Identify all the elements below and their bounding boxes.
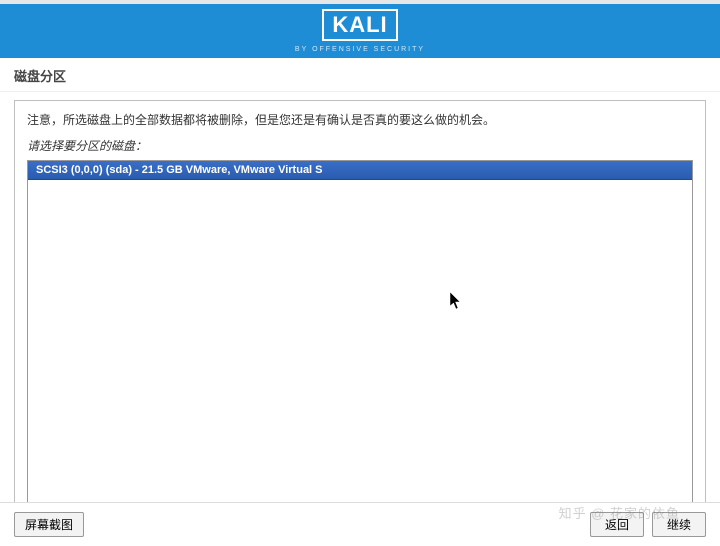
kali-logo: KALI BY OFFENSIVE SECURITY [295,9,425,53]
nav-buttons: 返回 继续 [590,512,706,537]
logo-subtitle: BY OFFENSIVE SECURITY [295,46,425,53]
disk-prompt-label: 请选择要分区的磁盘： [27,137,693,154]
footer-bar: 屏幕截图 返回 继续 [0,502,720,546]
disk-option[interactable]: SCSI3 (0,0,0) (sda) - 21.5 GB VMware, VM… [28,161,692,180]
continue-button[interactable]: 继续 [652,512,706,537]
header-banner: KALI BY OFFENSIVE SECURITY [0,0,720,58]
page-title: 磁盘分区 [0,58,720,92]
main-panel: 注意，所选磁盘上的全部数据都将被删除，但是您还是有确认是否真的要这么做的机会。 … [14,100,706,518]
logo-text: KALI [322,9,397,41]
back-button[interactable]: 返回 [590,512,644,537]
warning-text: 注意，所选磁盘上的全部数据都将被删除，但是您还是有确认是否真的要这么做的机会。 [27,111,693,129]
disk-list[interactable]: SCSI3 (0,0,0) (sda) - 21.5 GB VMware, VM… [27,160,693,507]
screenshot-button[interactable]: 屏幕截图 [14,512,84,537]
